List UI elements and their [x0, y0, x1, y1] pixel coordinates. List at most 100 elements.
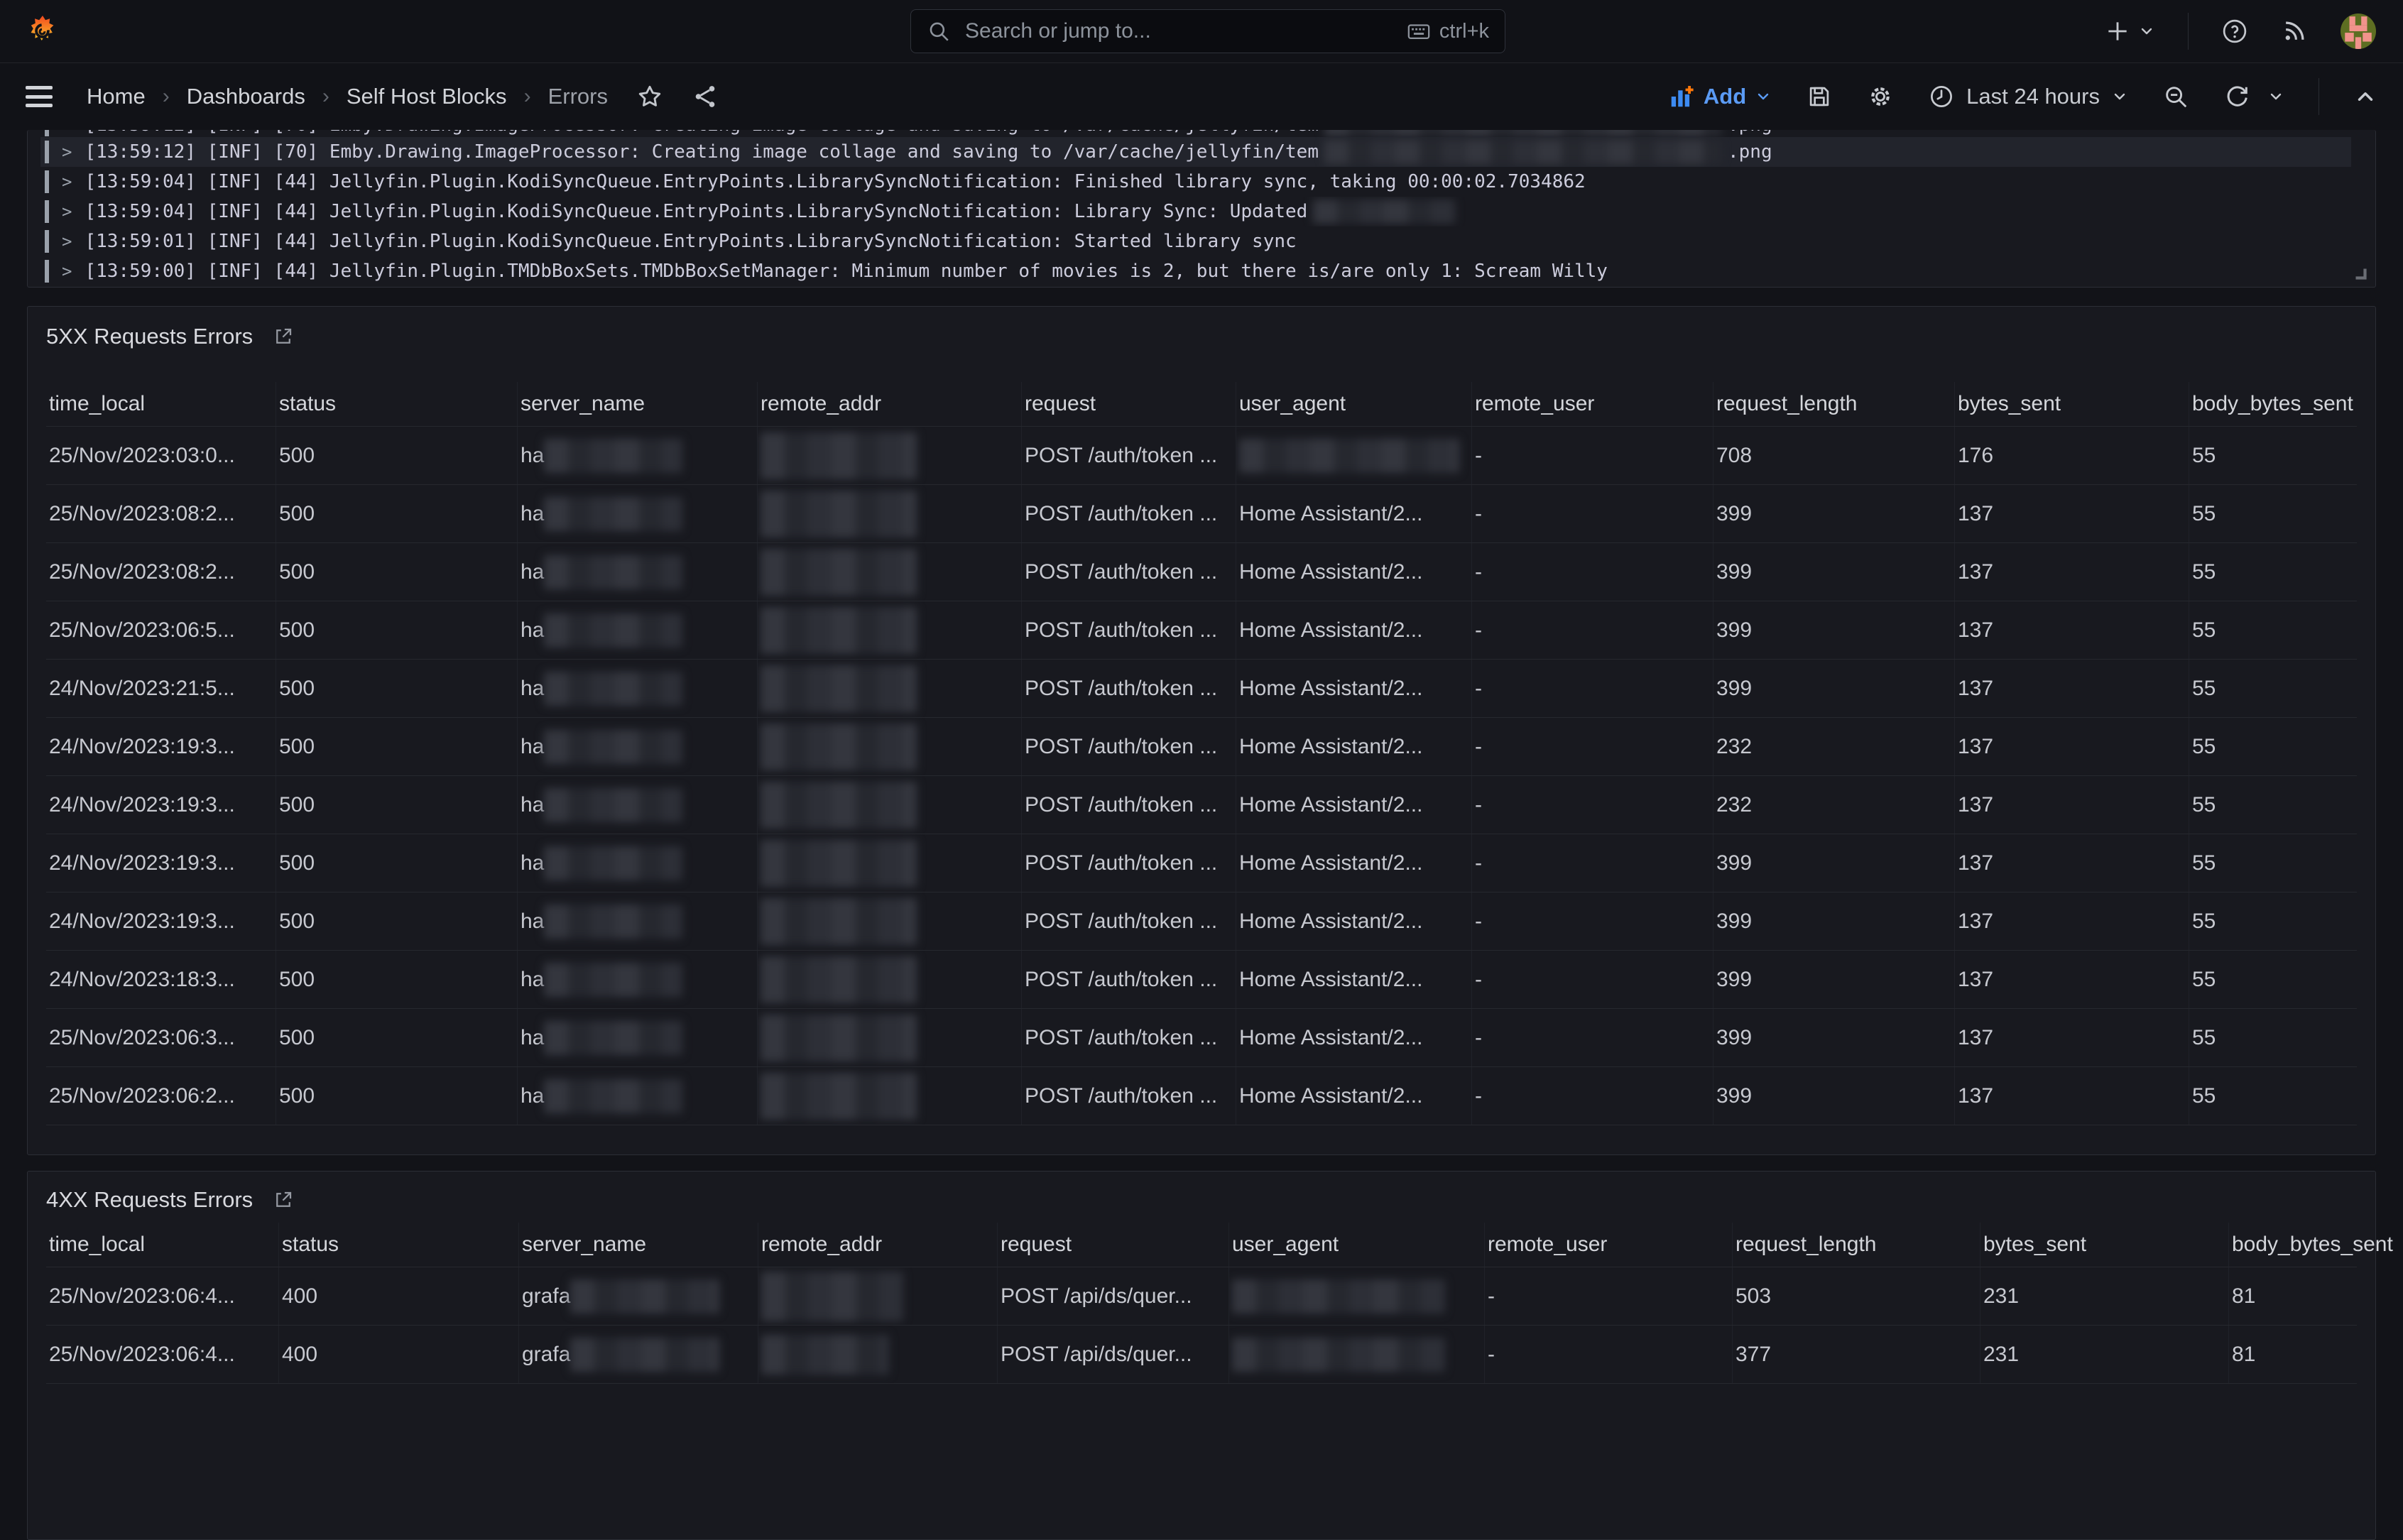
panel-resize-grip[interactable] — [2351, 264, 2370, 283]
column-header-time_local[interactable]: time_local — [46, 1223, 279, 1267]
column-header-user_agent[interactable]: user_agent — [1236, 382, 1472, 426]
expand-log-chevron-icon[interactable]: > — [62, 130, 72, 135]
expand-log-chevron-icon[interactable]: > — [62, 142, 72, 162]
table-row[interactable]: 24/Nov/2023:19:3...500haPOST /auth/token… — [46, 892, 2357, 950]
external-link-icon[interactable] — [273, 1189, 294, 1211]
column-header-request[interactable]: request — [1022, 382, 1236, 426]
redacted-cell — [761, 840, 917, 887]
table-cell-request: POST /auth/token ... — [1022, 660, 1236, 717]
column-header-server_name[interactable]: server_name — [519, 1223, 758, 1267]
column-header-remote_addr[interactable]: remote_addr — [758, 1223, 998, 1267]
redacted-cell — [761, 432, 917, 479]
log-row[interactable]: >[13:59:04] [INF] [44] Jellyfin.Plugin.K… — [40, 197, 2351, 226]
add-panel-button[interactable]: Add — [1668, 83, 1772, 110]
table-row[interactable]: 24/Nov/2023:19:3...500haPOST /auth/token… — [46, 717, 2357, 775]
table-cell-remote_user: - — [1472, 1067, 1713, 1125]
cell-text: 55 — [2192, 910, 2216, 934]
menu-toggle-icon[interactable] — [26, 86, 53, 107]
expand-log-chevron-icon[interactable]: > — [62, 231, 72, 251]
cell-text: 500 — [279, 851, 315, 875]
table-row[interactable]: 25/Nov/2023:06:4...400grafaPOST /api/ds/… — [46, 1267, 2357, 1325]
breadcrumb-home[interactable]: Home — [87, 84, 146, 109]
cell-text: 55 — [2192, 1084, 2216, 1108]
grafana-logo-icon[interactable] — [26, 14, 60, 48]
cell-text: POST /auth/token ... — [1025, 910, 1217, 934]
refresh-icon[interactable] — [2223, 83, 2250, 110]
user-avatar[interactable] — [2341, 13, 2376, 49]
table-row[interactable]: 25/Nov/2023:08:2...500haPOST /auth/token… — [46, 542, 2357, 601]
table-row[interactable]: 24/Nov/2023:18:3...500haPOST /auth/token… — [46, 950, 2357, 1008]
search-input[interactable] — [964, 18, 1394, 44]
expand-log-chevron-icon[interactable]: > — [62, 202, 72, 222]
table-row[interactable]: 24/Nov/2023:19:3...500haPOST /auth/token… — [46, 834, 2357, 892]
favorite-star-icon[interactable] — [636, 83, 663, 110]
panel-header[interactable]: 5XX Requests Errors — [46, 324, 2357, 349]
cell-text: POST /auth/token ... — [1025, 502, 1217, 526]
table-row[interactable]: 25/Nov/2023:06:4...400grafaPOST /api/ds/… — [46, 1325, 2357, 1384]
column-header-time_local[interactable]: time_local — [46, 382, 276, 426]
log-row[interactable]: >[13:59:01] [INF] [44] Jellyfin.Plugin.K… — [40, 226, 2351, 256]
cell-text: 55 — [2192, 968, 2216, 992]
time-range-picker[interactable]: Last 24 hours — [1928, 83, 2128, 110]
breadcrumb-errors[interactable]: Errors — [548, 84, 608, 109]
column-header-server_name[interactable]: server_name — [518, 382, 758, 426]
panel-header[interactable]: 4XX Requests Errors — [46, 1187, 2357, 1213]
breadcrumb-self-host-blocks[interactable]: Self Host Blocks — [347, 84, 507, 109]
redacted-cell — [544, 497, 682, 531]
column-header-request_length[interactable]: request_length — [1713, 382, 1955, 426]
news-rss-icon[interactable] — [2281, 18, 2308, 45]
collapse-top-bar-chevron-up-icon[interactable] — [2353, 84, 2377, 109]
column-header-status[interactable]: status — [279, 1223, 519, 1267]
breadcrumb-separator: › — [524, 84, 531, 109]
expand-log-chevron-icon[interactable]: > — [62, 172, 72, 192]
table-row[interactable]: 25/Nov/2023:06:2...500haPOST /auth/token… — [46, 1066, 2357, 1125]
table-row[interactable]: 25/Nov/2023:06:3...500haPOST /auth/token… — [46, 1008, 2357, 1066]
external-link-icon[interactable] — [273, 326, 294, 347]
cell-text: 500 — [279, 502, 315, 526]
column-header-user_agent[interactable]: user_agent — [1229, 1223, 1485, 1267]
table-row[interactable]: 25/Nov/2023:03:0...500haPOST /auth/token… — [46, 426, 2357, 484]
table-row[interactable]: 25/Nov/2023:08:2...500haPOST /auth/token… — [46, 484, 2357, 542]
redacted-text — [1313, 200, 1455, 224]
global-search[interactable]: ctrl+k — [910, 9, 1505, 53]
table-cell-remote_user: - — [1472, 543, 1713, 601]
cell-text: 137 — [1958, 1026, 1993, 1050]
log-row[interactable]: >[13:59:12] [INF] [70] Emby.Drawing.Imag… — [40, 130, 2351, 137]
table-cell-bytes_sent: 137 — [1955, 1067, 2189, 1125]
table-cell-request: POST /auth/token ... — [1022, 427, 1236, 484]
breadcrumb-dashboards[interactable]: Dashboards — [187, 84, 305, 109]
log-row[interactable]: >[13:59:04] [INF] [44] Jellyfin.Plugin.K… — [40, 167, 2351, 197]
column-header-body_bytes_sent[interactable]: body_bytes_sent — [2229, 1223, 2403, 1267]
expand-log-chevron-icon[interactable]: > — [62, 261, 72, 281]
column-header-bytes_sent[interactable]: bytes_sent — [1980, 1223, 2229, 1267]
zoom-out-time-icon[interactable] — [2162, 83, 2189, 110]
table-cell-status: 500 — [276, 1067, 518, 1125]
table-cell-bytes_sent: 137 — [1955, 660, 2189, 717]
cell-text: - — [1475, 968, 1482, 992]
save-dashboard-icon[interactable] — [1806, 83, 1833, 110]
add-label: Add — [1704, 84, 1746, 109]
table-cell-server_name: ha — [518, 485, 758, 542]
table-row[interactable]: 24/Nov/2023:19:3...500haPOST /auth/token… — [46, 775, 2357, 834]
share-icon[interactable] — [692, 83, 719, 110]
dashboard-settings-gear-icon[interactable] — [1867, 83, 1894, 110]
log-row[interactable]: >[13:59:00] [INF] [44] Jellyfin.Plugin.T… — [40, 256, 2351, 286]
column-header-bytes_sent[interactable]: bytes_sent — [1955, 382, 2189, 426]
new-menu-button[interactable] — [2104, 18, 2155, 45]
table-row[interactable]: 25/Nov/2023:06:5...500haPOST /auth/token… — [46, 601, 2357, 659]
refresh-interval-chevron-icon[interactable] — [2267, 88, 2284, 105]
column-header-remote_user[interactable]: remote_user — [1472, 382, 1713, 426]
column-header-remote_user[interactable]: remote_user — [1485, 1223, 1733, 1267]
log-row[interactable]: >[13:59:12] [INF] [70] Emby.Drawing.Imag… — [40, 137, 2351, 167]
help-icon[interactable] — [2221, 18, 2248, 45]
column-header-request[interactable]: request — [998, 1223, 1229, 1267]
table-row[interactable]: 24/Nov/2023:21:5...500haPOST /auth/token… — [46, 659, 2357, 717]
table-cell-user_agent — [1229, 1326, 1485, 1383]
column-header-status[interactable]: status — [276, 382, 518, 426]
cell-text: POST /auth/token ... — [1025, 677, 1217, 701]
log-level-indicator — [45, 141, 49, 163]
table-cell-remote_addr — [758, 1067, 1022, 1125]
column-header-request_length[interactable]: request_length — [1733, 1223, 1980, 1267]
column-header-remote_addr[interactable]: remote_addr — [758, 382, 1022, 426]
column-header-body_bytes_sent[interactable]: body_bytes_sent — [2189, 382, 2403, 426]
